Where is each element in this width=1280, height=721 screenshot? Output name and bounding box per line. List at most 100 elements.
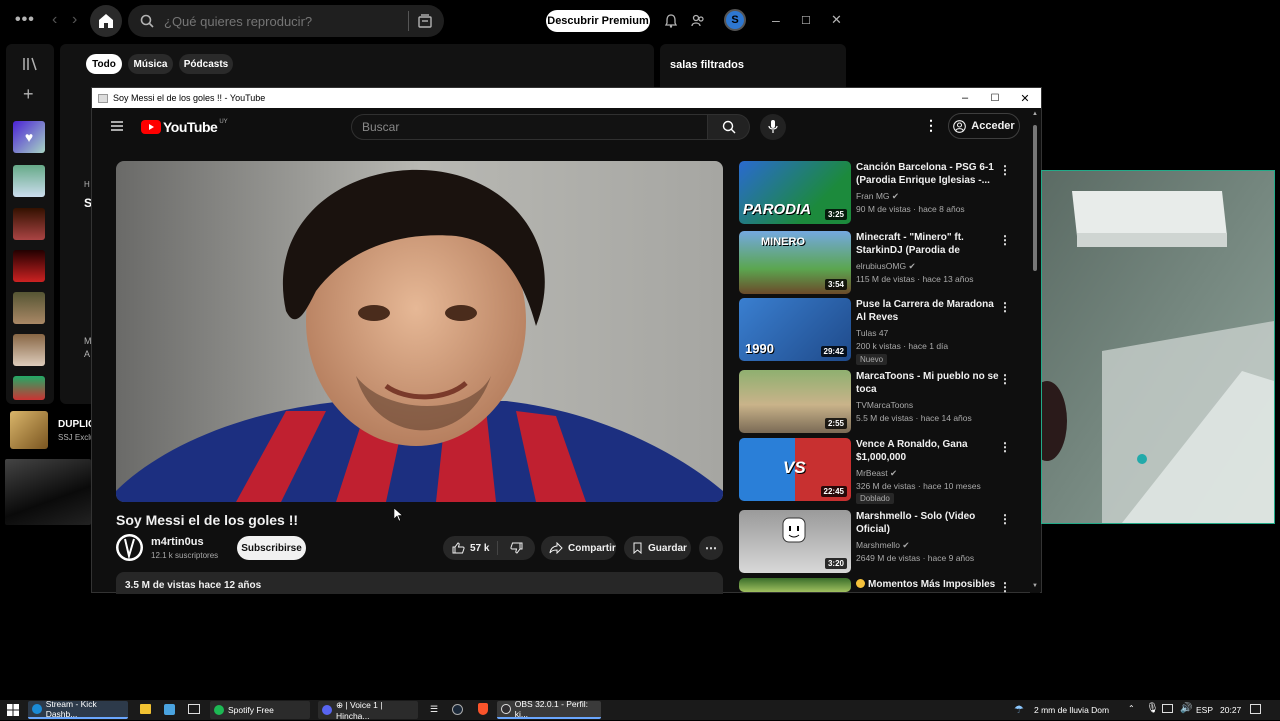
share-button[interactable]: Compartir: [541, 536, 616, 560]
taskbar-item-spotify[interactable]: Spotify Free: [210, 701, 310, 719]
scroll-down-icon[interactable]: ▼: [1032, 583, 1038, 589]
sign-in-button[interactable]: Acceder: [948, 113, 1020, 139]
home-button[interactable]: [90, 5, 122, 37]
minimize-icon[interactable]: –: [950, 88, 980, 108]
like-button[interactable]: 57 k: [443, 541, 498, 555]
recommendation-item[interactable]: VS 22:45 Vence A Ronaldo, Gana $1,000,00…: [739, 438, 1029, 504]
item-menu-icon[interactable]: ⋮: [999, 233, 1011, 247]
youtube-search-input[interactable]: Buscar: [351, 114, 708, 140]
steam-icon[interactable]: [452, 704, 463, 715]
window-title: Soy Messi el de los goles !! - YouTube: [113, 93, 266, 103]
now-playing-cover[interactable]: [10, 411, 48, 449]
recommendation-item[interactable]: 3:20 Marshmello - Solo (Video Oficial) M…: [739, 510, 1029, 574]
close-icon[interactable]: ✕: [831, 12, 842, 28]
add-icon[interactable]: +: [23, 85, 34, 103]
fragment-text: A: [84, 349, 91, 359]
weather-text[interactable]: 2 mm de lluvia Dom: [1034, 705, 1109, 715]
video-meta: 2649 M de vistas · hace 9 años: [856, 553, 975, 563]
home-icon: [99, 14, 113, 28]
playlist-thumb[interactable]: [13, 208, 45, 240]
more-options-icon[interactable]: •••: [15, 12, 35, 28]
spotify-search[interactable]: [128, 5, 444, 37]
volume-icon[interactable]: 🔊: [1180, 703, 1192, 714]
item-menu-icon[interactable]: ⋮: [999, 372, 1011, 386]
scroll-up-icon[interactable]: ▲: [1032, 111, 1038, 117]
chip-todo[interactable]: Todo: [86, 54, 122, 74]
taskbar-label: Spotify Free: [228, 705, 274, 715]
taskbar-item-browser[interactable]: Stream - Kick Dashb...: [28, 699, 128, 719]
video-thumbnail: PARODIA 3:25: [739, 161, 851, 224]
more-actions-icon[interactable]: ⋯: [699, 536, 723, 560]
mail-icon[interactable]: [188, 704, 200, 714]
microphone-icon[interactable]: 🎙: [1146, 703, 1159, 714]
playlist-thumb[interactable]: [13, 250, 45, 282]
chevron-up-icon[interactable]: ⌃: [1128, 704, 1135, 713]
item-menu-icon[interactable]: ⋮: [999, 440, 1011, 454]
channel-avatar[interactable]: [116, 534, 143, 561]
item-menu-icon[interactable]: ⋮: [999, 300, 1011, 314]
voice-search-button[interactable]: [760, 114, 786, 140]
playlist-thumb[interactable]: [13, 376, 45, 400]
taskbar-item-discord[interactable]: ⊕ | Voice 1 | Hincha...: [318, 700, 418, 721]
channel-name[interactable]: m4rtin0us: [151, 536, 204, 548]
settings-menu-icon[interactable]: ⋮: [924, 118, 938, 132]
item-menu-icon[interactable]: ⋮: [999, 580, 1011, 594]
playlist-thumb[interactable]: [13, 334, 45, 366]
chip-musica[interactable]: Música: [128, 54, 173, 74]
now-playing-title[interactable]: DUPLIC: [58, 419, 95, 430]
item-menu-icon[interactable]: ⋮: [999, 512, 1011, 526]
playlist-thumb[interactable]: [13, 165, 45, 197]
video-duration: 2:55: [824, 418, 847, 429]
folder-icon[interactable]: [140, 704, 151, 714]
search-input[interactable]: [164, 13, 404, 29]
dislike-button[interactable]: [498, 542, 534, 554]
bell-icon[interactable]: [665, 14, 677, 28]
search-button[interactable]: [708, 114, 750, 140]
forward-arrow-icon[interactable]: ›: [72, 12, 77, 28]
youtube-window: Soy Messi el de los goles !! - YouTube –…: [91, 87, 1042, 594]
terminal-icon[interactable]: ☰: [430, 704, 438, 715]
scrollbar-thumb[interactable]: [1033, 125, 1037, 271]
save-button[interactable]: Guardar: [624, 536, 691, 560]
user-avatar[interactable]: S: [724, 9, 746, 31]
video-thumbnail: [739, 578, 851, 592]
weather-icon[interactable]: ☂: [1014, 703, 1024, 716]
taskbar: Stream - Kick Dashb... Spotify Free ⊕ | …: [0, 699, 1280, 721]
recommendation-item[interactable]: PARODIA 3:25 Canción Barcelona - PSG 6-1…: [739, 161, 1029, 225]
video-player[interactable]: [116, 161, 723, 502]
subscribe-button[interactable]: Subscribirse: [237, 536, 306, 560]
recommendation-item[interactable]: Momentos Más Imposibles ⋮: [739, 578, 1029, 594]
store-icon[interactable]: [164, 704, 175, 715]
liked-songs-thumb[interactable]: ♥: [13, 121, 45, 153]
description-box[interactable]: 3.5 M de vistas hace 12 años: [116, 572, 723, 594]
recommendation-item[interactable]: 2:55 MarcaToons - Mi pueblo no se toca T…: [739, 370, 1029, 434]
premium-button[interactable]: Descubrir Premium: [546, 10, 650, 32]
maximize-icon[interactable]: ☐: [980, 88, 1010, 108]
chip-podcasts[interactable]: Pódcasts: [179, 54, 233, 74]
clock[interactable]: 20:27: [1220, 705, 1241, 715]
network-icon[interactable]: [1162, 704, 1173, 713]
like-dislike-group: 57 k: [443, 536, 535, 560]
friends-icon[interactable]: [691, 14, 705, 28]
language-indicator[interactable]: ESP: [1196, 705, 1213, 715]
recommendation-item[interactable]: MINERO 3:54 Minecraft - "Minero" ft. Sta…: [739, 231, 1029, 295]
taskbar-item-obs[interactable]: OBS 32.0.1 - Perfil: ki...: [497, 699, 601, 719]
scrollbar[interactable]: ▲ ▼: [1030, 111, 1040, 593]
windows-start-icon[interactable]: [7, 704, 19, 716]
notifications-icon[interactable]: [1250, 704, 1261, 714]
browse-icon[interactable]: [418, 14, 432, 28]
item-menu-icon[interactable]: ⋮: [999, 163, 1011, 177]
close-icon[interactable]: ✕: [1010, 88, 1040, 108]
now-playing-artist[interactable]: SSJ Exclu: [58, 433, 94, 442]
video-title: Minecraft - "Minero" ft. StarkinDJ (Paro…: [856, 232, 964, 256]
maximize-icon[interactable]: ☐: [801, 13, 811, 29]
menu-icon[interactable]: [111, 121, 123, 131]
video-title: Puse la Carrera de Maradona Al Reves: [856, 299, 994, 323]
brave-icon[interactable]: [478, 703, 488, 715]
library-icon[interactable]: [22, 57, 38, 71]
youtube-logo[interactable]: YouTube UY: [141, 119, 228, 135]
minimize-icon[interactable]: –: [772, 12, 780, 28]
playlist-thumb[interactable]: [13, 292, 45, 324]
back-arrow-icon[interactable]: ‹: [52, 12, 57, 28]
recommendation-item[interactable]: 1990 29:42 Puse la Carrera de Maradona A…: [739, 298, 1029, 373]
